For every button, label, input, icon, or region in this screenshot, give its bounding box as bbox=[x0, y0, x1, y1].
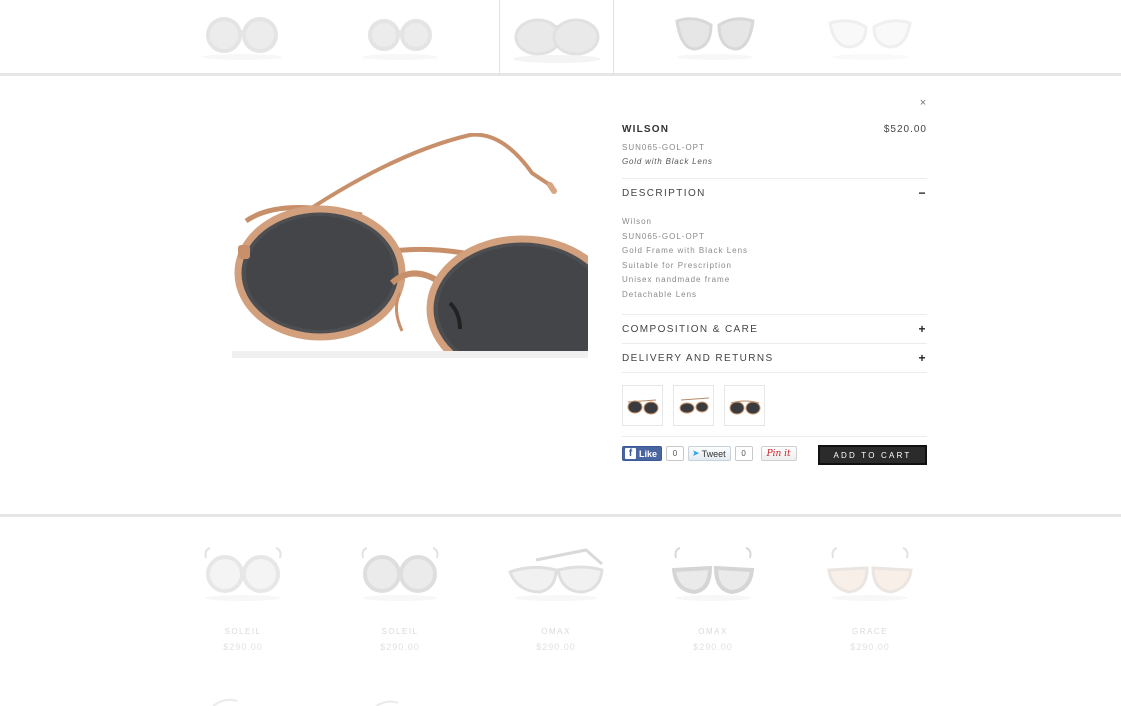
description-line: SUN065-GOL-OPT bbox=[622, 231, 705, 241]
grid-product-4[interactable]: OMAX $290.00 bbox=[643, 539, 783, 652]
product-price: $520.00 bbox=[883, 124, 927, 135]
grid-product-2[interactable]: SOLEIL $290.00 bbox=[330, 539, 470, 652]
sunglasses-image bbox=[201, 17, 282, 60]
product-name: WILSON bbox=[622, 124, 670, 135]
accordion-composition-title: COMPOSITION & CARE bbox=[622, 323, 759, 335]
sunglasses-image bbox=[671, 547, 755, 601]
description-line: Detachable Lens bbox=[622, 289, 698, 299]
grid-product-name: OMAX bbox=[541, 627, 571, 636]
sunglasses-image bbox=[827, 19, 912, 60]
description-line: Gold Frame with Black Lens bbox=[622, 246, 749, 255]
accordion-delivery-header[interactable]: DELIVERY AND RETURNS + bbox=[622, 344, 927, 372]
description-line: Wilson bbox=[622, 217, 653, 226]
product-header: WILSON $520.00 bbox=[622, 124, 927, 135]
add-to-cart-button[interactable]: ADD TO CART bbox=[818, 445, 927, 465]
pinterest-pin-button[interactable]: Pin it bbox=[760, 446, 797, 461]
grid-row-2-product-2-peek bbox=[375, 700, 399, 706]
thumbnail-1[interactable] bbox=[622, 385, 663, 426]
expand-icon[interactable]: + bbox=[917, 322, 927, 336]
thumbnail-3[interactable] bbox=[724, 385, 765, 426]
description-body: Wilson SUN065-GOL-OPT Gold Frame with Bl… bbox=[622, 207, 927, 314]
product-thumbnails bbox=[622, 372, 927, 436]
twitter-icon: ➤ bbox=[692, 448, 700, 458]
like-count: 0 bbox=[666, 446, 685, 461]
close-quick-view-button[interactable]: × bbox=[918, 97, 928, 109]
product-variant: Gold with Black Lens bbox=[622, 157, 713, 166]
accordion-composition-header[interactable]: COMPOSITION & CARE + bbox=[622, 315, 927, 343]
sunglasses-image bbox=[361, 19, 438, 60]
grid-product-5[interactable]: GRACE $290.00 bbox=[800, 539, 940, 652]
grid-product-image bbox=[173, 539, 313, 609]
facebook-like-label: Like bbox=[639, 448, 658, 459]
sunglasses-thumbnail-image bbox=[679, 397, 709, 413]
description-line: Suitable for Prescription bbox=[622, 260, 732, 270]
accordion-composition: COMPOSITION & CARE + bbox=[622, 314, 927, 343]
strip-product-4[interactable] bbox=[657, 0, 772, 76]
grid-product-price: $290.00 bbox=[850, 642, 890, 652]
sunglasses-image bbox=[827, 547, 913, 601]
tweet-label: Tweet bbox=[701, 448, 726, 459]
sunglasses-image bbox=[361, 547, 439, 601]
sunglasses-thumbnail-image bbox=[627, 399, 658, 414]
accordion-description-title: DESCRIPTION bbox=[622, 187, 706, 199]
grid-product-3[interactable]: OMAX $290.00 bbox=[486, 539, 626, 652]
strip-product-5[interactable] bbox=[812, 0, 927, 76]
grid-product-name: SOLEIL bbox=[224, 627, 262, 636]
description-line: Unisex nandmade frame bbox=[622, 275, 731, 284]
thumbnail-2[interactable] bbox=[673, 385, 714, 426]
strip-product-1[interactable] bbox=[184, 0, 299, 76]
facebook-like-button[interactable]: f Like bbox=[622, 446, 663, 461]
product-main-image bbox=[232, 133, 588, 358]
product-actions: f Like 0 ➤ Tweet 0 Pin it ADD TO CART bbox=[622, 436, 927, 470]
grid-product-price: $290.00 bbox=[380, 642, 420, 652]
grid-product-price: $290.00 bbox=[693, 642, 733, 652]
accordion-delivery: DELIVERY AND RETURNS + bbox=[622, 343, 927, 372]
grid-product-name: SOLEIL bbox=[381, 627, 419, 636]
sunglasses-image bbox=[508, 548, 604, 601]
gold-sunglasses-image bbox=[232, 133, 588, 358]
grid-row-2-product-1-peek bbox=[212, 698, 238, 706]
sunglasses-image bbox=[512, 18, 601, 63]
accordion-description: DESCRIPTION − Wilson SUN065-GOL-OPT Gold… bbox=[622, 178, 927, 314]
grid-product-image bbox=[643, 539, 783, 609]
sunglasses-image bbox=[204, 547, 282, 601]
grid-product-image bbox=[330, 539, 470, 609]
grid-product-image bbox=[800, 539, 940, 609]
grid-product-price: $290.00 bbox=[223, 642, 263, 652]
grid-product-image bbox=[486, 539, 626, 609]
product-details: WILSON $520.00 SUN065-GOL-OPT Gold with … bbox=[622, 124, 927, 470]
tweet-count: 0 bbox=[734, 446, 753, 461]
grid-product-name: OMAX bbox=[698, 627, 728, 636]
sunglasses-thumbnail-image bbox=[729, 400, 760, 414]
strip-product-2[interactable] bbox=[342, 0, 457, 76]
accordion-description-header[interactable]: DESCRIPTION − bbox=[622, 179, 927, 207]
collapse-icon[interactable]: − bbox=[917, 186, 927, 200]
social-buttons: f Like 0 ➤ Tweet 0 Pin it bbox=[622, 446, 797, 461]
sunglasses-image bbox=[674, 17, 755, 60]
grid-product-name: GRACE bbox=[852, 627, 888, 636]
product-sku: SUN065-GOL-OPT bbox=[622, 143, 705, 152]
accordion-delivery-title: DELIVERY AND RETURNS bbox=[622, 352, 774, 364]
expand-icon[interactable]: + bbox=[917, 351, 927, 365]
related-products-strip bbox=[0, 0, 1121, 76]
quick-view-divider bbox=[0, 514, 1121, 517]
facebook-icon: f bbox=[625, 448, 636, 459]
grid-product-price: $290.00 bbox=[536, 642, 576, 652]
grid-product-1[interactable]: SOLEIL $290.00 bbox=[173, 539, 313, 652]
tweet-button[interactable]: ➤ Tweet bbox=[688, 446, 731, 461]
strip-product-3-active[interactable] bbox=[499, 0, 614, 76]
